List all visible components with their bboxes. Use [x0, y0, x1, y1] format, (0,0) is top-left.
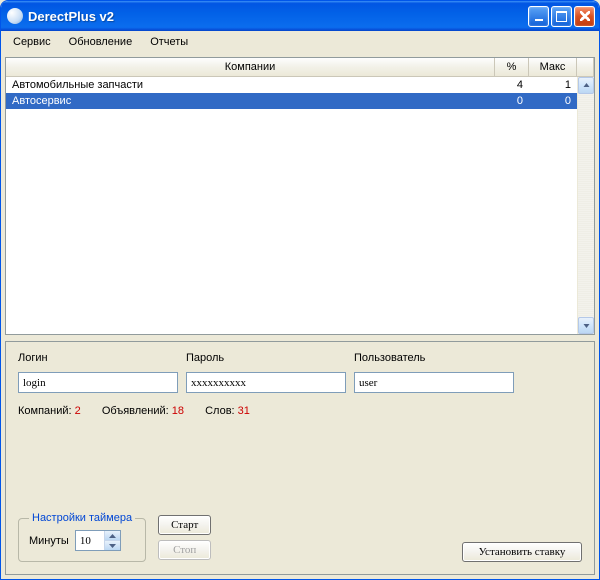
companies-table: Компании % Макс Автомобильные запчасти41… — [5, 57, 595, 335]
form-panel: Логин Пароль Пользователь Компаний: 2 Об… — [5, 341, 595, 575]
scroll-track[interactable] — [578, 94, 594, 317]
scroll-up-button[interactable] — [578, 77, 594, 94]
menubar: Сервис Обновление Отчеты — [1, 31, 599, 53]
login-input[interactable] — [18, 372, 178, 393]
stat-words-label: Слов: — [205, 405, 235, 417]
window-title: DerectPlus v2 — [28, 9, 528, 24]
stat-ads-label: Объявлений: — [102, 405, 169, 417]
cell-company: Автомобильные запчасти — [6, 77, 495, 93]
set-bid-button[interactable]: Установить ставку — [462, 542, 582, 562]
stat-words-value: 31 — [238, 405, 250, 417]
stat-companies-value: 2 — [75, 405, 81, 417]
login-label: Логин — [18, 352, 186, 364]
user-label: Пользователь — [354, 352, 522, 364]
minutes-label: Минуты — [29, 535, 69, 547]
cell-company: Автосервис — [6, 93, 495, 109]
table-row[interactable]: Автомобильные запчасти41 — [6, 77, 577, 93]
spin-up-button[interactable] — [104, 531, 120, 541]
credentials-row: Логин Пароль Пользователь — [18, 352, 582, 393]
menu-service[interactable]: Сервис — [5, 34, 59, 50]
col-percent[interactable]: % — [495, 58, 529, 76]
col-max[interactable]: Макс — [529, 58, 577, 76]
maximize-button[interactable] — [551, 6, 572, 27]
stat-ads-value: 18 — [172, 405, 184, 417]
timer-fieldset: Настройки таймера Минуты — [18, 512, 146, 562]
cell-max: 0 — [529, 93, 577, 109]
user-input[interactable] — [354, 372, 514, 393]
col-scroll-gap — [577, 58, 594, 76]
content-area: Компании % Макс Автомобильные запчасти41… — [5, 57, 595, 575]
stop-button[interactable]: Стоп — [158, 540, 211, 560]
start-button[interactable]: Старт — [158, 515, 211, 535]
table-header: Компании % Макс — [6, 58, 594, 77]
stat-companies-label: Компаний: — [18, 405, 72, 417]
password-input[interactable] — [186, 372, 346, 393]
timer-legend: Настройки таймера — [29, 512, 135, 524]
app-icon — [7, 8, 23, 24]
table-body[interactable]: Автомобильные запчасти41Автосервис00 — [6, 77, 577, 334]
stats-row: Компаний: 2 Объявлений: 18 Слов: 31 — [18, 405, 582, 417]
scroll-down-button[interactable] — [578, 317, 594, 334]
cell-percent: 0 — [495, 93, 529, 109]
minutes-spinner[interactable] — [75, 530, 121, 551]
table-body-wrap: Автомобильные запчасти41Автосервис00 — [6, 77, 594, 334]
titlebar[interactable]: DerectPlus v2 — [1, 1, 599, 31]
spin-down-button[interactable] — [104, 541, 120, 550]
close-button[interactable] — [574, 6, 595, 27]
bottom-controls: Настройки таймера Минуты Старт — [18, 512, 582, 562]
menu-update[interactable]: Обновление — [61, 34, 141, 50]
col-company[interactable]: Компании — [6, 58, 495, 76]
window-controls — [528, 6, 595, 27]
minutes-input[interactable] — [76, 531, 104, 550]
cell-max: 1 — [529, 77, 577, 93]
cell-percent: 4 — [495, 77, 529, 93]
app-window: DerectPlus v2 Сервис Обновление Отчеты К… — [0, 0, 600, 580]
menu-reports[interactable]: Отчеты — [142, 34, 196, 50]
table-row[interactable]: Автосервис00 — [6, 93, 577, 109]
minimize-button[interactable] — [528, 6, 549, 27]
vertical-scrollbar[interactable] — [577, 77, 594, 334]
password-label: Пароль — [186, 352, 354, 364]
start-stop-group: Старт Стоп — [158, 515, 211, 560]
